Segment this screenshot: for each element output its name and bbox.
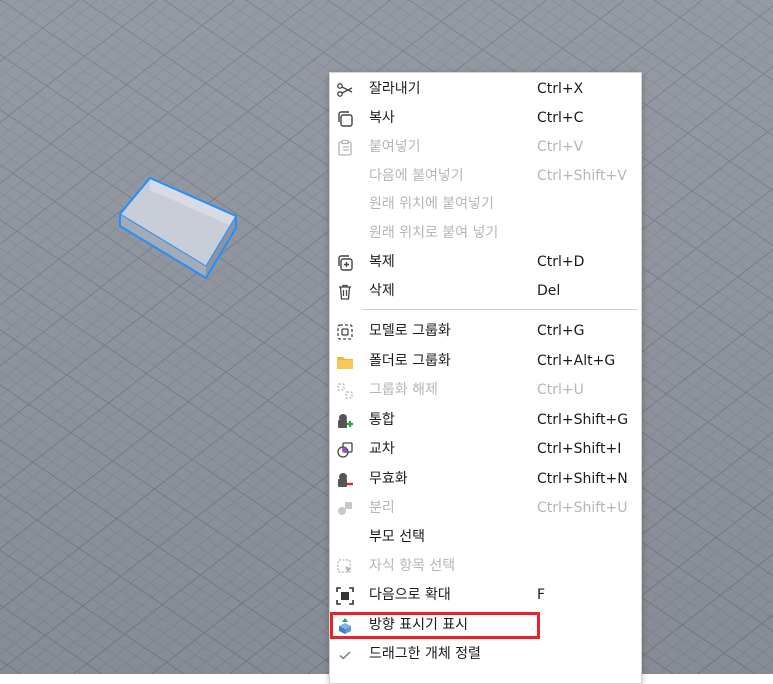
menu-item-separate[interactable]: 분리 Ctrl+Shift+U [330,494,641,523]
menu-item-align-dragged-objects[interactable]: 드래그한 개체 정렬 [330,640,641,669]
negate-icon [336,471,354,489]
zoom-to-icon [336,587,354,605]
checkmark-icon [336,646,354,664]
menu-item-paste-to-original-location[interactable]: 원래 위치로 붙여 넣기 [330,219,641,248]
intersect-icon [336,441,354,459]
copy-icon [336,110,354,128]
menu-item-copy[interactable]: 복사 Ctrl+C [330,104,641,133]
menu-item-zoom-to[interactable]: 다음으로 확대 F [330,581,641,610]
select-children-icon [336,558,354,576]
context-menu: 잘라내기 Ctrl+X 복사 Ctrl+C 붙여넣기 Ctrl+V 다음에 붙여… [329,72,642,684]
menu-item-intersect[interactable]: 교차 Ctrl+Shift+I [330,435,641,464]
menu-item-paste[interactable]: 붙여넣기 Ctrl+V [330,133,641,162]
menu-item-group-as-folder[interactable]: 폴더로 그룹화 Ctrl+Alt+G [330,347,641,376]
menu-item-group-as-model[interactable]: 모델로 그룹화 Ctrl+G [330,317,641,346]
union-icon [336,412,354,430]
menu-item-negate[interactable]: 무효화 Ctrl+Shift+N [330,465,641,494]
menu-item-paste-into[interactable]: 다음에 붙여넣기 Ctrl+Shift+V [330,162,641,191]
folder-icon [336,353,354,371]
ungroup-icon [336,382,354,400]
menu-item-duplicate[interactable]: 복제 Ctrl+D [330,248,641,277]
menu-item-paste-at-original-location[interactable]: 원래 위치에 붙여넣기 [330,190,641,219]
clipboard-icon [336,139,354,157]
group-model-icon [336,323,354,341]
trash-icon [336,283,354,301]
menu-item-ungroup[interactable]: 그룹화 해제 Ctrl+U [330,376,641,405]
menu-item-cut[interactable]: 잘라내기 Ctrl+X [330,75,641,104]
separate-icon [336,500,354,518]
scissors-icon [336,81,354,99]
duplicate-icon [336,254,354,272]
menu-separator [362,309,637,310]
menu-item-delete[interactable]: 삭제 Del [330,277,641,306]
menu-item-select-parent[interactable]: 부모 선택 [330,523,641,552]
menu-item-select-children[interactable]: 자식 항목 선택 [330,552,641,581]
menu-item-union[interactable]: 통합 Ctrl+Shift+G [330,406,641,435]
highlight-box [330,612,540,639]
